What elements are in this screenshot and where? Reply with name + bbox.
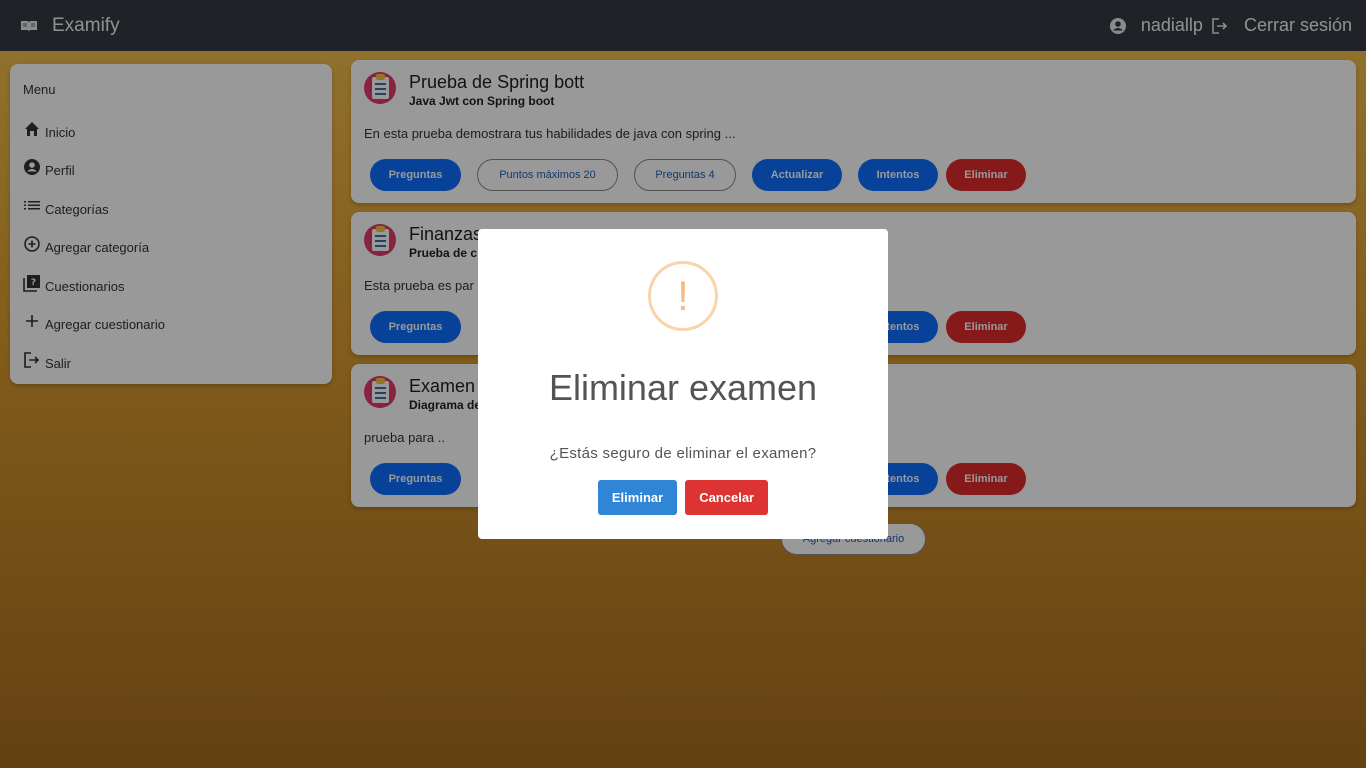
confirm-delete-button[interactable]: Eliminar bbox=[597, 480, 678, 515]
dialog-message: ¿Estás seguro de eliminar el examen? bbox=[549, 445, 817, 462]
warning-icon: ! bbox=[648, 261, 718, 331]
cancel-button[interactable]: Cancelar bbox=[685, 480, 769, 515]
dialog-title: Eliminar examen bbox=[548, 367, 818, 408]
confirm-delete-dialog: ! Eliminar examen ¿Estás seguro de elimi… bbox=[478, 229, 888, 539]
